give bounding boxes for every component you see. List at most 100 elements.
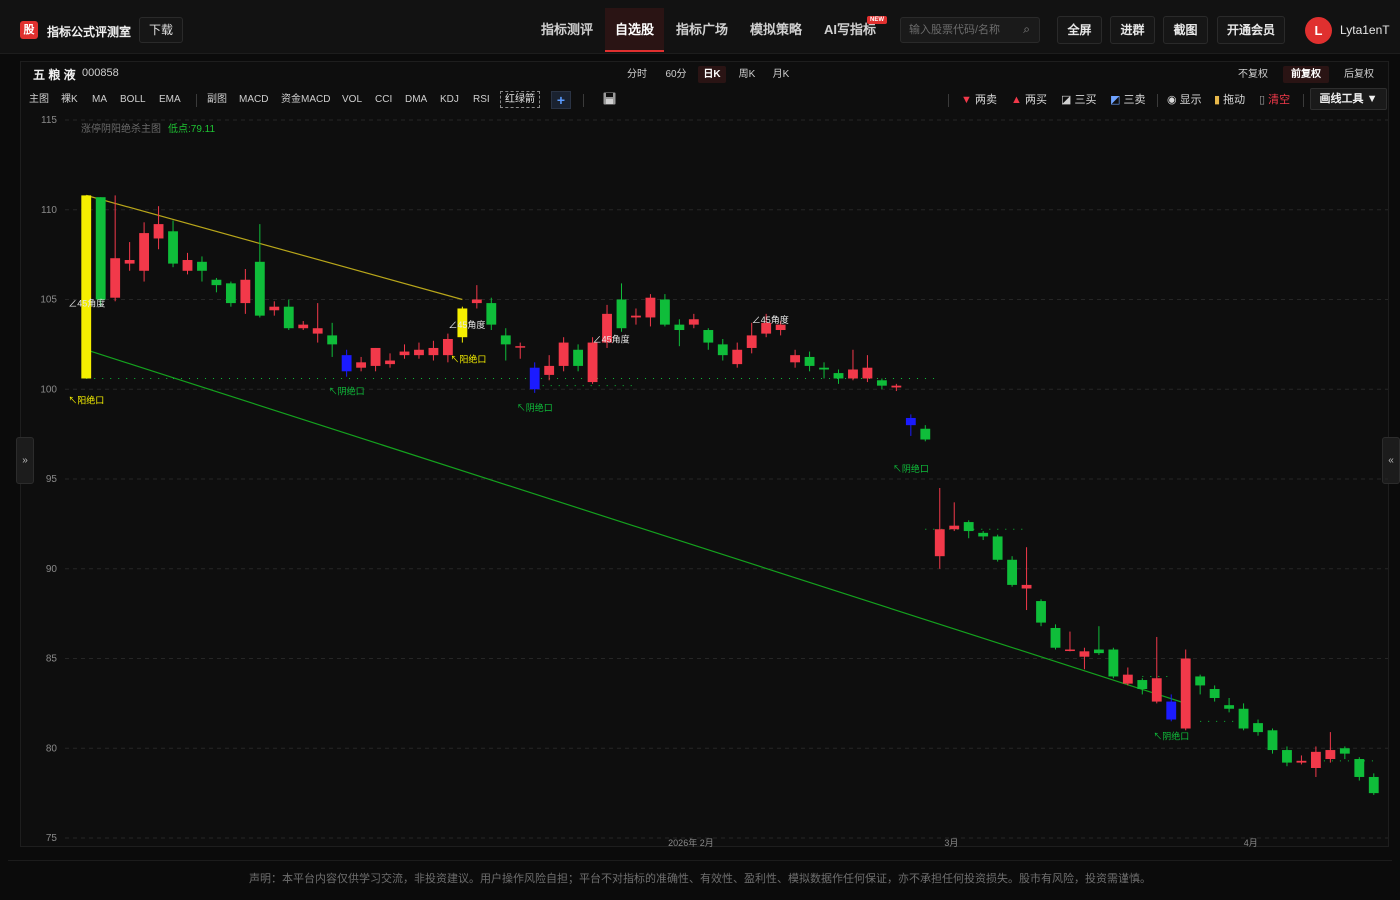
candle-body — [385, 360, 395, 365]
up-triangle-icon: ▲ — [1011, 94, 1022, 106]
x-tick-label: 4月 — [1244, 838, 1258, 847]
ind-rsi[interactable]: RSI — [473, 93, 490, 107]
candle-body — [717, 344, 728, 356]
candle-body — [558, 342, 569, 366]
y-tick-label: 105 — [40, 295, 57, 306]
candle-body — [529, 367, 540, 390]
candle-body — [500, 335, 511, 345]
ind-main-chart[interactable]: 主图 — [29, 93, 49, 107]
save-icon[interactable] — [603, 92, 616, 105]
three-buy-label: 三买 — [1074, 94, 1097, 106]
candle-body — [963, 522, 974, 532]
x-tick-label: 2026年 2月 — [668, 837, 714, 847]
divider — [583, 94, 584, 107]
period-60min[interactable]: 60分 — [660, 66, 692, 83]
two-buy-tool[interactable]: ▲ 两买 — [1011, 93, 1047, 107]
period-monthly[interactable]: 月K — [768, 66, 794, 83]
signal-label: ↖阴绝口 — [517, 402, 553, 413]
trash-icon: ▯ — [1259, 94, 1266, 106]
ind-dma[interactable]: DMA — [405, 93, 427, 107]
screenshot-button[interactable]: 截图 — [1163, 16, 1208, 44]
candle-body — [934, 529, 945, 557]
signal-label: ↖阴绝口 — [1153, 730, 1189, 741]
ind-boll[interactable]: BOLL — [120, 93, 146, 107]
candle-body — [905, 417, 916, 426]
download-button[interactable]: 下载 — [139, 17, 183, 43]
period-minute[interactable]: 分时 — [622, 66, 652, 83]
ind-fund-macd[interactable]: 资金MACD — [281, 93, 330, 107]
three-sell-label: 三卖 — [1123, 94, 1146, 106]
nav-watchlist[interactable]: 自选股 — [605, 8, 664, 52]
app-logo[interactable]: 股 — [20, 21, 38, 39]
candle-body — [515, 346, 526, 348]
ind-ma[interactable]: MA — [92, 93, 107, 107]
ind-ema[interactable]: EMA — [159, 93, 181, 107]
ind-macd[interactable]: MACD — [239, 93, 268, 107]
avatar[interactable]: L — [1305, 17, 1332, 44]
nav-sim-strategy[interactable]: 模拟策略 — [742, 8, 810, 52]
drag-tool[interactable]: ▮ 拖动 — [1214, 93, 1245, 107]
candle-body — [992, 536, 1003, 560]
candle-body — [1282, 750, 1292, 763]
candle-body — [1195, 676, 1206, 686]
candle-body — [920, 428, 931, 440]
three-buy-tool[interactable]: ◪ 三买 — [1061, 93, 1096, 107]
membership-button[interactable]: 开通会员 — [1217, 16, 1285, 44]
candle-body — [1079, 651, 1090, 657]
footer-divider — [8, 860, 1392, 861]
period-weekly[interactable]: 周K — [734, 66, 760, 83]
app-title[interactable]: 指标公式评测室 — [47, 23, 131, 40]
ind-vol[interactable]: VOL — [342, 93, 362, 107]
candle-body — [197, 261, 207, 271]
nav-indicator-plaza[interactable]: 指标广场 — [668, 8, 736, 52]
candle-body — [240, 279, 251, 304]
candle-body — [139, 233, 150, 271]
adjust-none[interactable]: 不复权 — [1233, 66, 1273, 83]
three-sell-tool[interactable]: ◩ 三卖 — [1110, 93, 1145, 107]
join-group-button[interactable]: 进群 — [1110, 16, 1155, 44]
candle-body — [1325, 750, 1336, 760]
candle-body — [1368, 776, 1379, 794]
candle-body — [819, 367, 829, 370]
candle-body — [978, 532, 989, 537]
search-input[interactable] — [909, 22, 1014, 38]
period-daily[interactable]: 日K — [698, 66, 726, 83]
nav-indicator-review[interactable]: 指标测评 — [533, 8, 601, 52]
candle-body — [1224, 705, 1235, 709]
candle-body — [949, 525, 960, 530]
fullscreen-button[interactable]: 全屏 — [1057, 16, 1102, 44]
candle-body — [1354, 759, 1365, 777]
ind-cci[interactable]: CCI — [375, 93, 392, 107]
adjust-backward[interactable]: 后复权 — [1338, 66, 1380, 83]
ind-naked-k[interactable]: 裸K — [61, 93, 78, 107]
candle-body — [616, 299, 627, 329]
candle-body — [746, 335, 757, 348]
candle-body — [1137, 680, 1148, 690]
candle-body — [631, 315, 641, 318]
down-triangle-icon: ▼ — [961, 94, 972, 106]
candle-body — [428, 347, 439, 356]
ind-sub-chart[interactable]: 副图 — [207, 93, 227, 107]
adjust-forward[interactable]: 前复权 — [1283, 66, 1329, 83]
candle-body — [81, 195, 92, 379]
candle-body — [674, 324, 685, 331]
kline-chart[interactable]: 115 110 105 100 95 90 85 80 75 2026年 2月 3月 4月 ∠45角… — [21, 112, 1388, 847]
clear-tool[interactable]: ▯ 清空 — [1259, 93, 1290, 107]
stock-search[interactable]: ⌕ — [900, 17, 1040, 43]
candle-body — [414, 349, 424, 356]
username[interactable]: Lyta1enT — [1340, 23, 1390, 37]
add-indicator-button[interactable]: + — [551, 91, 571, 109]
search-icon[interactable]: ⌕ — [1023, 22, 1030, 37]
candle-body — [356, 362, 367, 368]
disclaimer: 声明：本平台内容仅供学习交流，非投资建议。用户操作风险自担；平台不对指标的准确性… — [249, 873, 1151, 885]
ind-kdj[interactable]: KDJ — [440, 93, 459, 107]
y-tick-label: 90 — [46, 564, 58, 575]
new-badge: NEW — [867, 16, 887, 24]
ind-red-green-arrow[interactable]: 红绿箭 — [500, 91, 540, 108]
show-tool[interactable]: ◉ 显示 — [1167, 93, 1202, 107]
nav-ai-indicator[interactable]: AI写指标 NEW — [816, 8, 887, 52]
show-label: 显示 — [1179, 94, 1202, 106]
draw-tool-dropdown[interactable]: 画线工具 ▼ — [1310, 88, 1387, 110]
two-sell-tool[interactable]: ▼ 两卖 — [961, 93, 997, 107]
divider — [1157, 94, 1158, 107]
